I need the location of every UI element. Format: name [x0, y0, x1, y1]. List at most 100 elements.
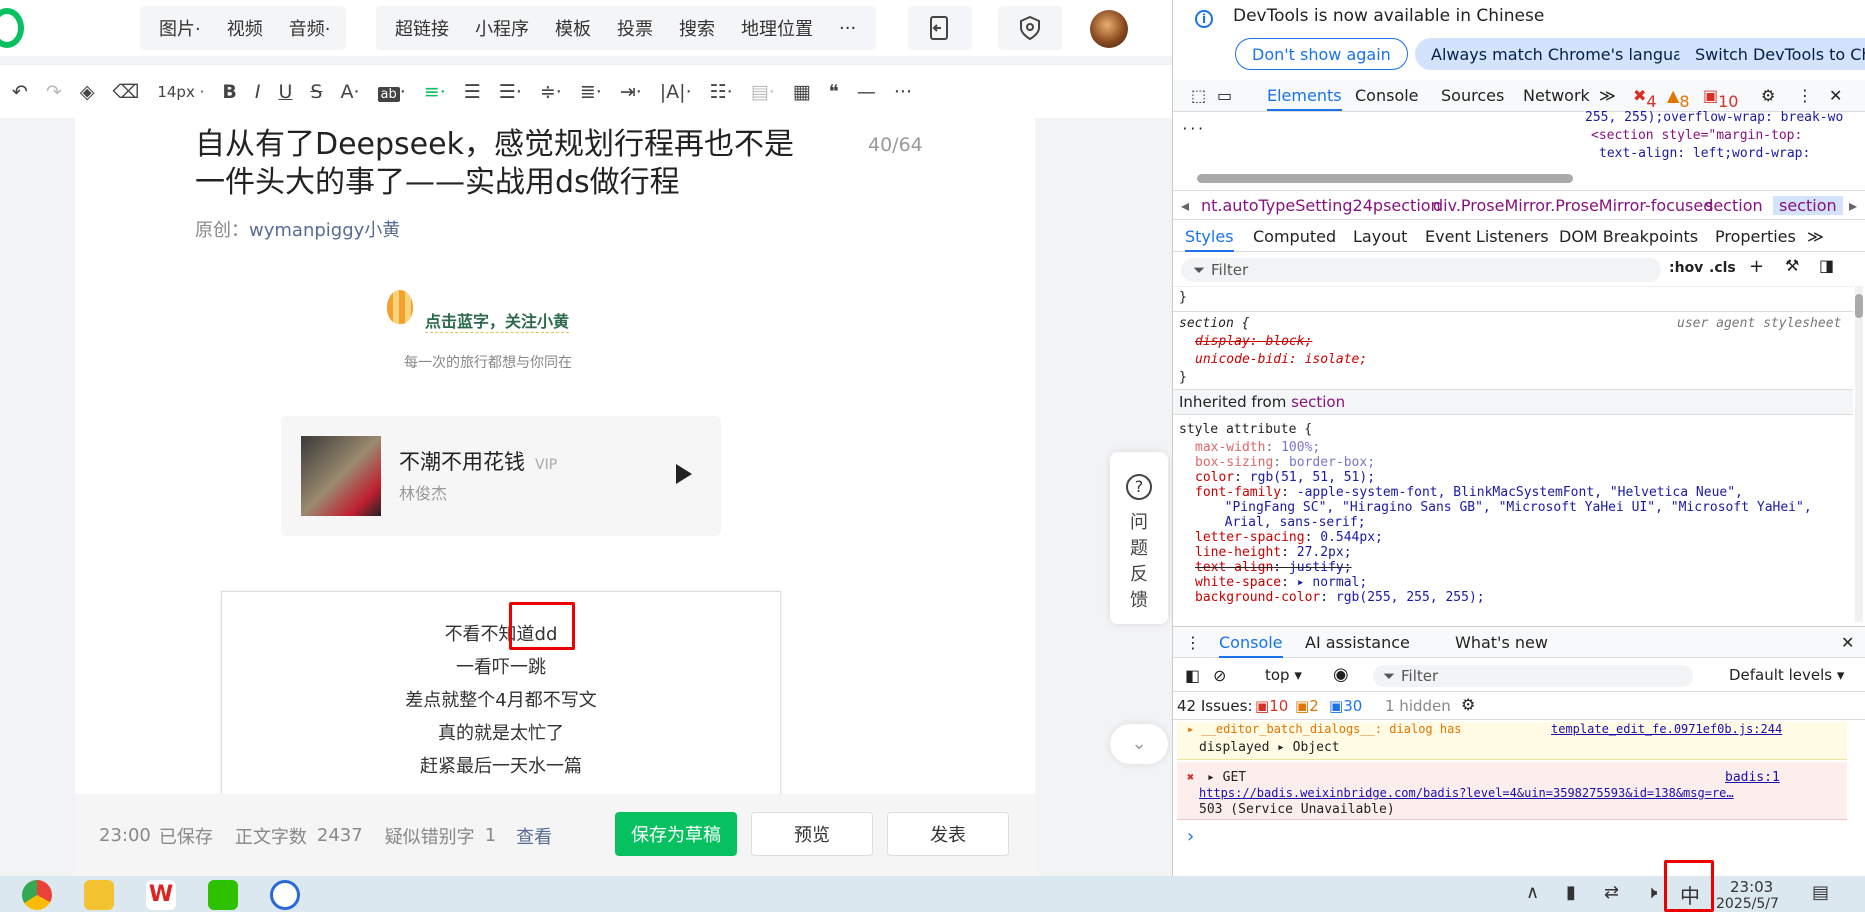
- clock-date[interactable]: 2025/5/7: [1716, 896, 1779, 912]
- breadcrumb-item[interactable]: section: [1705, 196, 1763, 215]
- context-select[interactable]: top ▾: [1265, 666, 1302, 684]
- styles-filter-input[interactable]: ⏷ Filter: [1181, 258, 1661, 282]
- settings-gear-icon[interactable]: ⚙: [1761, 86, 1775, 105]
- save-draft-button[interactable]: 保存为草稿: [615, 812, 737, 856]
- view-typos-link[interactable]: 查看: [516, 823, 552, 849]
- error-counter[interactable]: ✖ 4: [1633, 86, 1657, 111]
- close-drawer-icon[interactable]: ✕: [1841, 633, 1854, 652]
- location-button[interactable]: 地理位置: [728, 15, 826, 41]
- poem-line[interactable]: 不看不知道dd: [222, 620, 780, 646]
- quote-icon[interactable]: ❝: [829, 81, 839, 103]
- poem-line[interactable]: 差点就整个4月都不写文: [222, 686, 780, 712]
- warning-object[interactable]: ▸ Object: [1277, 740, 1340, 755]
- tab-network[interactable]: Network: [1523, 86, 1590, 105]
- tray-app-icon[interactable]: ▮: [1566, 882, 1576, 903]
- console-warning-row[interactable]: ▸ __editor_batch_dialogs__: dialog has t…: [1177, 722, 1847, 760]
- insert-video-button[interactable]: 视频: [214, 15, 276, 41]
- article-canvas[interactable]: 自从有了Deepseek，感觉规划行程再也不是一件头大的事了——实战用ds做行程…: [75, 118, 1035, 794]
- css-declaration[interactable]: background-color: rgb(255, 255, 255);: [1195, 589, 1485, 606]
- breadcrumb-right-icon[interactable]: ▸: [1849, 196, 1857, 215]
- divider-icon[interactable]: —: [857, 81, 876, 103]
- drawer-tab-whats-new[interactable]: What's new: [1455, 633, 1548, 652]
- cls-toggle[interactable]: .cls: [1709, 260, 1736, 276]
- dom-line[interactable]: text-align: left;word-wrap:: [1599, 146, 1810, 161]
- tray-chevron-icon[interactable]: ∧: [1526, 882, 1539, 903]
- tab-styles[interactable]: Styles: [1185, 227, 1234, 252]
- sidebar-toggle-icon[interactable]: ◨: [1819, 256, 1834, 275]
- toolbar-more-icon[interactable]: ···: [894, 81, 912, 103]
- collapse-chevron-icon[interactable]: ⌄: [1110, 724, 1168, 764]
- template-button[interactable]: 模板: [542, 15, 604, 41]
- bold-icon[interactable]: B: [222, 81, 236, 103]
- paint-icon[interactable]: ⚒: [1785, 256, 1799, 275]
- tab-event-listeners[interactable]: Event Listeners: [1425, 227, 1549, 246]
- new-rule-icon[interactable]: +: [1749, 256, 1764, 277]
- error-source-link[interactable]: badis:1: [1725, 770, 1780, 785]
- user-avatar[interactable]: [1090, 10, 1128, 48]
- format-painter-icon[interactable]: ◈: [80, 81, 95, 103]
- music-card[interactable]: 不潮不用花钱 VIP 林俊杰: [281, 416, 721, 536]
- warning-source-link[interactable]: template_edit_fe.0971ef0b.js:244: [1551, 722, 1782, 736]
- console-filter-input[interactable]: ⏷ Filter: [1373, 665, 1693, 687]
- author-name[interactable]: wymanpiggy小黄: [249, 220, 400, 241]
- insert-audio-menu[interactable]: 音频·: [276, 15, 344, 41]
- font-size-select[interactable]: 14px ·: [157, 83, 204, 101]
- breadcrumb-item[interactable]: div.ProseMirror.ProseMirror-focused: [1433, 196, 1713, 215]
- indent-icon[interactable]: ☰: [464, 81, 481, 103]
- tab-dom-breakpoints[interactable]: DOM Breakpoints: [1559, 227, 1698, 246]
- list-icon[interactable]: ☷·: [710, 81, 733, 103]
- publish-button[interactable]: 发表: [887, 812, 1009, 856]
- log-levels-select[interactable]: Default levels ▾: [1729, 666, 1844, 684]
- issues-bar[interactable]: 42 Issues: ▣10 ▣2 ▣30 1 hidden ⚙: [1173, 694, 1865, 720]
- hyperlink-button[interactable]: 超链接: [382, 15, 462, 41]
- sogou-icon[interactable]: [270, 880, 300, 910]
- insert-image-menu[interactable]: 图片·: [146, 15, 214, 41]
- error-url-link[interactable]: https://badis.weixinbridge.com/badis?lev…: [1199, 786, 1734, 800]
- kebab-menu-icon[interactable]: ⋮: [1797, 86, 1813, 105]
- paragraph-spacing-icon[interactable]: ≣·: [580, 81, 602, 103]
- letter-spacing-icon[interactable]: |A|·: [660, 81, 692, 103]
- hov-toggle[interactable]: :hov: [1669, 260, 1703, 276]
- issues-warnings[interactable]: ▣2: [1295, 697, 1319, 715]
- article-title[interactable]: 自从有了Deepseek，感觉规划行程再也不是一件头大的事了——实战用ds做行程: [195, 126, 815, 202]
- dom-line[interactable]: <section style="margin-top:: [1591, 128, 1802, 143]
- poem-line[interactable]: 真的就是太忙了: [222, 719, 780, 745]
- clock-time[interactable]: 23:03: [1730, 878, 1773, 896]
- breadcrumb-item-active[interactable]: section: [1773, 196, 1843, 215]
- clear-format-icon[interactable]: ⌫: [112, 81, 139, 103]
- css-declaration[interactable]: display: block;: [1195, 333, 1312, 350]
- dom-line[interactable]: 255, 255);overflow-wrap: break-wo: [1585, 110, 1843, 125]
- tab-sources[interactable]: Sources: [1441, 86, 1504, 105]
- tab-elements[interactable]: Elements: [1267, 86, 1342, 111]
- underline-icon[interactable]: U: [278, 81, 292, 103]
- dont-show-again-button[interactable]: Don't show again: [1235, 38, 1408, 70]
- css-selector[interactable]: section {: [1179, 315, 1249, 332]
- clear-console-icon[interactable]: ⊘: [1213, 666, 1226, 685]
- error-method[interactable]: ▸ GET: [1207, 770, 1246, 785]
- preview-button[interactable]: 预览: [751, 812, 873, 856]
- wechat-icon[interactable]: [208, 880, 238, 910]
- italic-icon[interactable]: I: [255, 81, 261, 103]
- align-menu-icon[interactable]: ☰·: [499, 81, 522, 103]
- console-settings-icon[interactable]: ⚙: [1461, 695, 1475, 714]
- drawer-menu-icon[interactable]: ⋮: [1185, 633, 1201, 652]
- network-icon[interactable]: ⇄: [1604, 882, 1619, 903]
- more-button[interactable]: ···: [826, 18, 869, 39]
- dom-ellipsis[interactable]: ···: [1181, 122, 1204, 137]
- security-button[interactable]: [998, 6, 1062, 50]
- drawer-tab-console[interactable]: Console: [1219, 633, 1283, 658]
- font-color-icon[interactable]: A·: [340, 81, 359, 103]
- wps-icon[interactable]: W: [146, 880, 176, 910]
- css-declaration[interactable]: unicode-bidi: isolate;: [1195, 351, 1367, 368]
- line-height-icon[interactable]: ≑·: [540, 81, 562, 103]
- poem-line[interactable]: 一看吓一跳: [222, 653, 780, 679]
- style-attribute-selector[interactable]: style attribute {: [1179, 421, 1312, 438]
- poem-block[interactable]: 不看不知道dd 一看吓一跳 差点就整个4月都不写文 真的就是太忙了 赶紧最后一天…: [221, 591, 781, 794]
- vote-button[interactable]: 投票: [604, 15, 666, 41]
- tab-console[interactable]: Console: [1355, 86, 1419, 105]
- breadcrumb-left-icon[interactable]: ◂: [1181, 196, 1189, 215]
- dom-tree[interactable]: ··· 255, 255);overflow-wrap: break-wo <s…: [1173, 110, 1865, 188]
- issues-errors[interactable]: ▣10: [1255, 697, 1288, 715]
- inspect-element-icon[interactable]: ⬚: [1191, 86, 1206, 105]
- file-explorer-icon[interactable]: [84, 880, 114, 910]
